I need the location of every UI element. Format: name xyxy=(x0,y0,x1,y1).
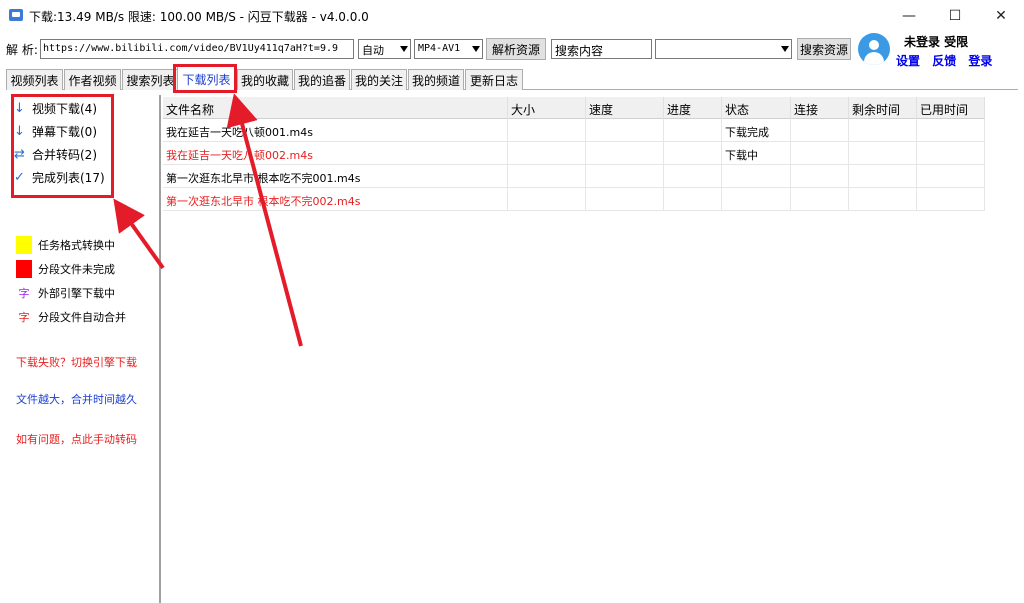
annotation-arrows xyxy=(113,93,303,347)
annotation-arrow-tab xyxy=(226,93,303,347)
annotation-arrow-sidebar xyxy=(113,198,165,270)
